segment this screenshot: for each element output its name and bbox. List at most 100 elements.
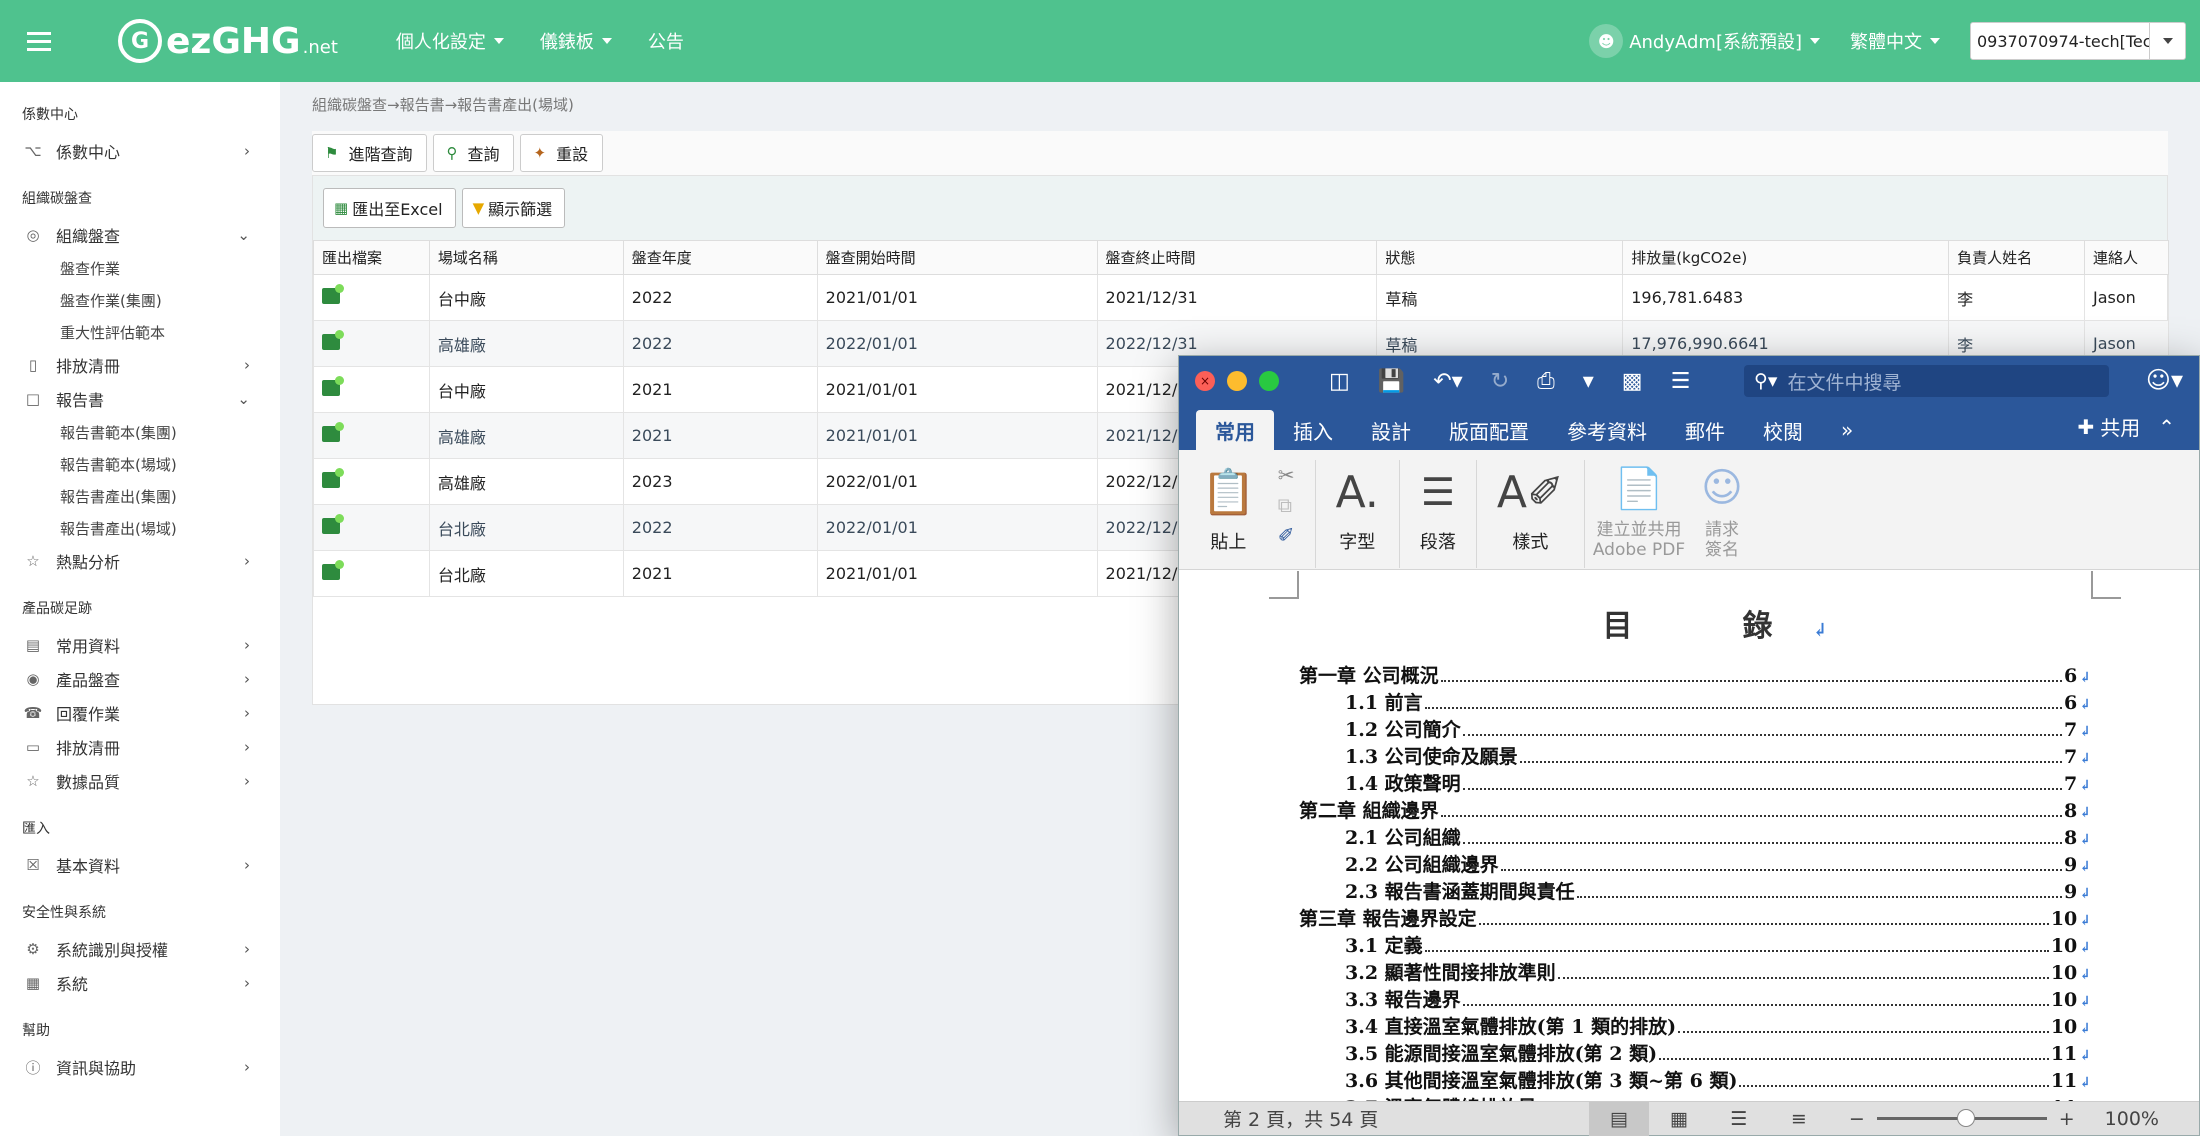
zoom-out-icon[interactable]: − [1849, 1108, 1865, 1130]
sidebar-item[interactable]: ◉ 產品盤查 › [0, 662, 280, 696]
ribbon-tab[interactable]: 郵件 [1666, 410, 1744, 450]
ribbon-tab[interactable]: 參考資料 [1548, 410, 1666, 450]
sidebar-subitem[interactable]: 報告書範本(集團) [0, 416, 280, 448]
customize-toolbar-icon[interactable]: ▾ [1583, 369, 1594, 394]
ribbon-tab[interactable]: 常用 [1196, 410, 1274, 450]
create-share-pdf-button[interactable]: 📄 建立並共用 Adobe PDF [1585, 460, 1693, 568]
toc-entry[interactable]: 3.5 能源間接溫室氣體排放(第 2 類) 11 ↲ [1299, 1039, 2091, 1066]
web-layout-view-icon[interactable]: ▦ [1649, 1102, 1709, 1136]
ribbon-tab[interactable]: 插入 [1274, 410, 1352, 450]
top-nav-item[interactable]: 個人化設定 [396, 28, 504, 54]
sidebar-item[interactable]: ▭ 排放清冊 › [0, 730, 280, 764]
table-row[interactable]: 台中廠 2022 2021/01/01 2021/12/31 草稿 196,781.648… [313, 274, 2170, 321]
styles-button[interactable]: A✐ 樣式 [1477, 460, 1585, 568]
print-icon[interactable]: ⎙ [1537, 369, 1555, 394]
sidebar-item[interactable]: ▯ 排放清冊 › [0, 348, 280, 382]
outline-view-icon[interactable]: ☰ [1709, 1102, 1769, 1136]
ribbon-tab[interactable]: 設計 [1352, 410, 1430, 450]
sidebar-item[interactable]: ☒ 基本資料 › [0, 848, 280, 882]
ribbon-more-tabs-icon[interactable]: » [1822, 410, 1872, 450]
sidebar-item[interactable]: ⓘ 資訊與協助 › [0, 1050, 280, 1084]
sidebar-subitem[interactable]: 報告書產出(集團) [0, 480, 280, 512]
column-header[interactable]: 狀態 [1376, 240, 1624, 275]
column-header[interactable]: 盤查開始時間 [816, 240, 1098, 275]
export-file-icon[interactable] [322, 329, 344, 350]
toc-entry[interactable]: 1.1 前言 6 ↲ [1299, 688, 2091, 715]
export-file-icon[interactable] [322, 421, 344, 442]
column-header[interactable]: 連絡人 [2083, 240, 2170, 275]
undo-icon[interactable]: ↶▾ [1433, 369, 1462, 394]
toc-entry[interactable]: 3.2 顯著性間接排放準則 10 ↲ [1299, 958, 2091, 985]
zoom-in-icon[interactable]: + [2059, 1108, 2075, 1130]
ribbon-tab[interactable]: 校閱 [1744, 410, 1822, 450]
toc-entry[interactable]: 1.2 公司簡介 7 ↲ [1299, 715, 2091, 742]
top-nav-item[interactable]: 公告 [648, 28, 684, 54]
toc-entry[interactable]: 3.3 報告邊界 10 ↲ [1299, 985, 2091, 1012]
export-file-icon[interactable] [322, 375, 344, 396]
toc-entry[interactable]: 3.6 其他間接溫室氣體排放(第 3 類~第 6 類) 11 ↲ [1299, 1066, 2091, 1093]
toc-entry[interactable]: 1.4 政策聲明 7 ↲ [1299, 769, 2091, 796]
maximize-window-button[interactable] [1259, 371, 1279, 391]
advanced-query-button[interactable]: ⚑ 進階查詢 [312, 134, 428, 172]
toc-entry[interactable]: 3.1 定義 10 ↲ [1299, 931, 2091, 958]
sidebar-item[interactable]: ☆ 數據品質 › [0, 764, 280, 798]
save-icon[interactable]: 💾 [1378, 369, 1405, 394]
toc-entry[interactable]: 第三章 報告邊界設定 10 ↲ [1299, 904, 2091, 931]
share-button[interactable]: ✚ 共用 ⌃ [2077, 412, 2175, 441]
document-search-input[interactable]: ⚲▾ 在文件中搜尋 [1744, 365, 2109, 397]
document-page[interactable]: 目 錄↲ 第一章 公司概況 6 ↲ 1.1 前言 6 ↲ 1.2 公司簡介 7 ↲ 1.3 公司使… [1179, 571, 2199, 1103]
sidebar-subitem[interactable]: 盤查作業(集團) [0, 284, 280, 316]
word-window[interactable]: × ◫ 💾 ↶▾ ↻ ⎙ ▾ ▩ ☰ ⚲▾ 在文件中搜尋 ☺▾ 常用 插入 設計 版面配… [1178, 355, 2200, 1136]
sidebar-toggle-icon[interactable]: ◫ [1329, 369, 1350, 394]
column-header[interactable]: 排放量(kgCO2e) [1622, 240, 1950, 275]
column-header[interactable]: 盤查年度 [622, 240, 818, 275]
zoom-slider-knob[interactable] [1956, 1109, 1975, 1127]
column-header[interactable]: 盤查終止時間 [1096, 240, 1378, 275]
sidebar-item[interactable]: ⚙ 系統識別與授權 › [0, 932, 280, 966]
chevron-down-icon[interactable] [2149, 23, 2185, 59]
ribbon-tab[interactable]: 版面配置 [1430, 410, 1548, 450]
sidebar-item[interactable]: ⌥ 係數中心 › [0, 134, 280, 168]
copy-icon[interactable]: ⧉ [1278, 490, 1295, 520]
format-painter-icon[interactable]: ✐ [1278, 520, 1295, 550]
column-header[interactable]: 場域名稱 [428, 240, 624, 275]
toc-entry[interactable]: 1.3 公司使命及願景 7 ↲ [1299, 742, 2091, 769]
document-area[interactable]: 目 錄↲ 第一章 公司概況 6 ↲ 1.1 前言 6 ↲ 1.2 公司簡介 7 ↲ 1.3 公司使… [1179, 571, 2199, 1103]
sidebar-item[interactable]: □ 報告書 ⌄ [0, 382, 280, 416]
toc-entry[interactable]: 第二章 組織邊界 8 ↲ [1299, 796, 2091, 823]
toc-entry[interactable]: 3.4 直接溫室氣體排放(第 1 類的排放) 10 ↲ [1299, 1012, 2091, 1039]
export-excel-button[interactable]: ▦ 匯出至Excel [323, 188, 456, 228]
font-button[interactable]: A. 字型 [1316, 460, 1400, 568]
top-nav-item[interactable]: 儀錶板 [540, 28, 612, 54]
toc-entry[interactable]: 2.3 報告書涵蓋期間與責任 9 ↲ [1299, 877, 2091, 904]
print-layout-view-icon[interactable]: ▤ [1588, 1101, 1649, 1136]
sync-icon[interactable]: ☰ [1671, 369, 1691, 394]
language-menu[interactable]: 繁體中文 [1850, 28, 1940, 54]
sidebar-subitem[interactable]: 盤查作業 [0, 252, 280, 284]
column-header[interactable]: 匯出檔案 [313, 240, 430, 275]
draft-view-icon[interactable]: ≡ [1769, 1102, 1829, 1136]
toc-entry[interactable]: 第一章 公司概況 6 ↲ [1299, 661, 2091, 688]
user-menu[interactable]: ☻ AndyAdm[系統預設] [1589, 24, 1820, 58]
sidebar-item[interactable]: ▦ 系統 › [0, 966, 280, 1000]
sidebar-item[interactable]: ▤ 常用資料 › [0, 628, 280, 662]
logo[interactable]: G ezGHG .net [118, 19, 338, 63]
sidebar-item[interactable]: ☆ 熱點分析 › [0, 544, 280, 578]
close-window-button[interactable]: × [1195, 371, 1215, 391]
reset-button[interactable]: ✦ 重設 [520, 134, 604, 172]
sidebar-item[interactable]: ☎ 回覆作業 › [0, 696, 280, 730]
export-file-icon[interactable] [322, 513, 344, 534]
request-signature-button[interactable]: ☺ 請求 簽名 [1693, 460, 1751, 568]
column-header[interactable]: 負責人姓名 [1948, 240, 2085, 275]
query-button[interactable]: ⚲ 查詢 [433, 134, 515, 172]
paragraph-button[interactable]: ☰ 段落 [1400, 460, 1477, 568]
word-title-bar[interactable]: × ◫ 💾 ↶▾ ↻ ⎙ ▾ ▩ ☰ ⚲▾ 在文件中搜尋 ☺▾ [1179, 356, 2199, 406]
export-file-icon[interactable] [322, 559, 344, 580]
export-file-icon[interactable] [322, 283, 344, 304]
paste-button[interactable]: 📋 貼上 [1201, 460, 1256, 554]
show-filter-button[interactable]: ▼ 顯示篩選 [461, 188, 566, 228]
cut-icon[interactable]: ✂ [1278, 460, 1295, 490]
redo-icon[interactable]: ↻ [1491, 369, 1509, 394]
feedback-smiley-icon[interactable]: ☺▾ [2146, 366, 2183, 394]
sidebar-subitem[interactable]: 重大性評估範本 [0, 316, 280, 348]
